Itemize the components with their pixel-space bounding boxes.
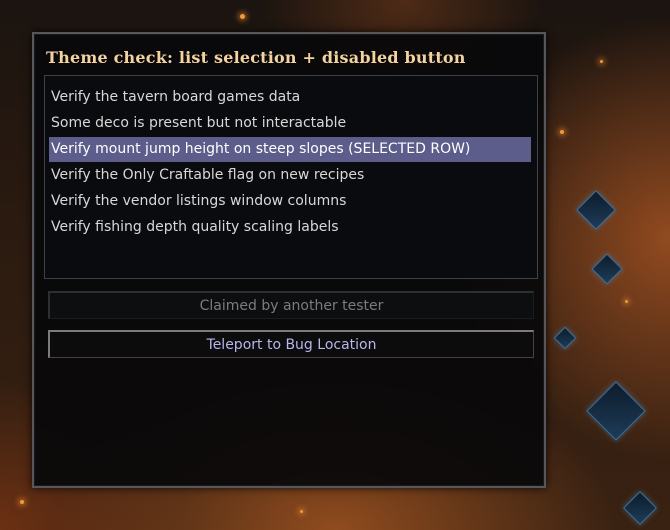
list-item[interactable]: Verify fishing depth quality scaling lab… xyxy=(49,215,531,240)
ember-decoration xyxy=(560,130,564,134)
ember-decoration xyxy=(600,60,603,63)
task-list[interactable]: Verify the tavern board games data Some … xyxy=(44,75,538,279)
ember-decoration xyxy=(625,300,628,303)
crystal-decoration xyxy=(623,491,657,525)
list-item[interactable]: Verify the Only Craftable flag on new re… xyxy=(49,163,531,188)
crystal-decoration xyxy=(553,326,577,350)
ember-decoration xyxy=(300,510,303,513)
claimed-disabled-button: Claimed by another tester xyxy=(48,291,534,319)
teleport-button[interactable]: Teleport to Bug Location xyxy=(48,330,534,358)
list-item[interactable]: Some deco is present but not interactabl… xyxy=(49,111,531,136)
crystal-decoration xyxy=(586,381,646,441)
ember-decoration xyxy=(240,14,245,19)
theme-check-window: Theme check: list selection + disabled b… xyxy=(32,32,546,488)
window-title: Theme check: list selection + disabled b… xyxy=(46,48,466,67)
list-item-selected[interactable]: Verify mount jump height on steep slopes… xyxy=(49,137,531,162)
crystal-decoration xyxy=(576,190,616,230)
ember-decoration xyxy=(20,500,24,504)
list-item[interactable]: Verify the vendor listings window column… xyxy=(49,189,531,214)
crystal-decoration xyxy=(591,253,623,285)
list-item[interactable]: Verify the tavern board games data xyxy=(49,85,531,110)
